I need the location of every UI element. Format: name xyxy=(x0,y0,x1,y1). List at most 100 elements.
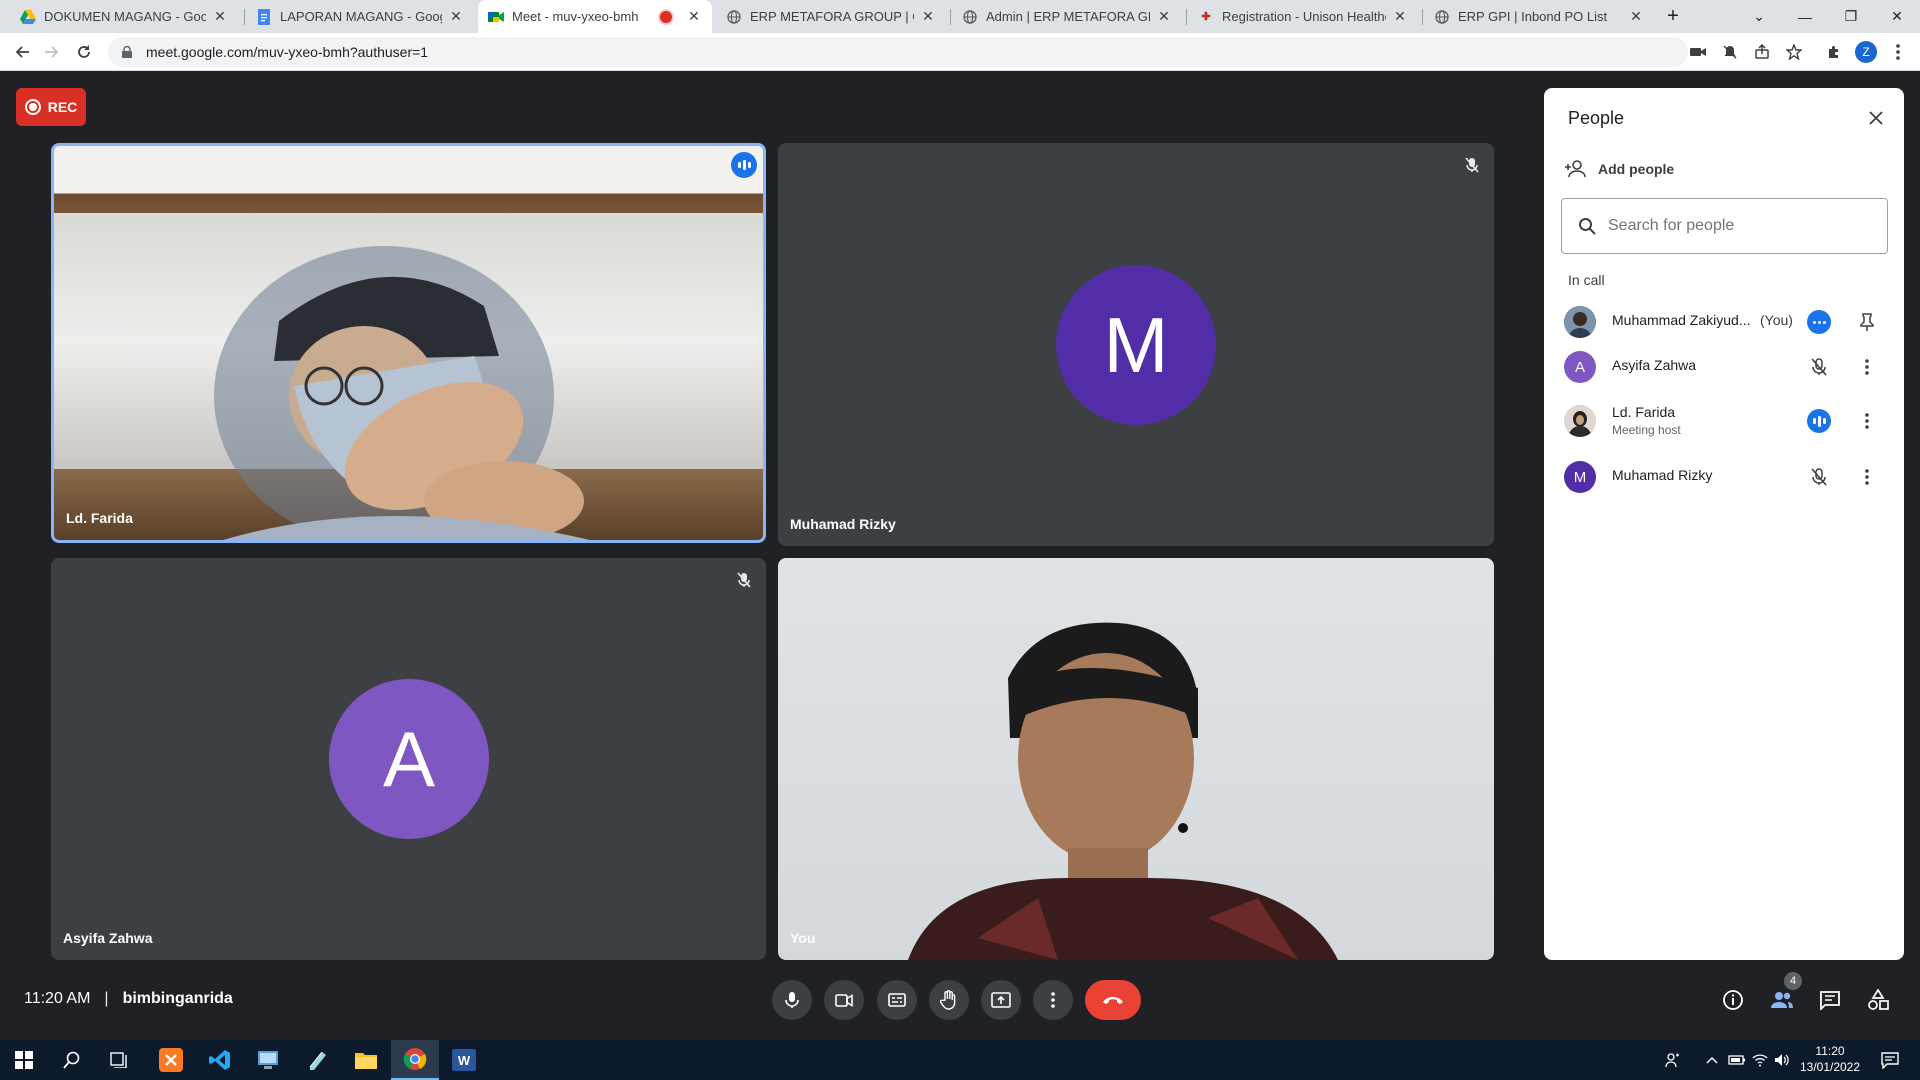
task-view-icon[interactable] xyxy=(96,1040,144,1080)
url-field[interactable]: meet.google.com/muv-yxeo-bmh?authuser=1 xyxy=(108,37,1688,67)
participant-name: Muhamad Rizky xyxy=(790,516,896,532)
more-options-button[interactable] xyxy=(1033,980,1073,1020)
camera-icon xyxy=(835,993,853,1007)
tab-admin-erp[interactable]: Admin | ERP METAFORA GROUP ✕ xyxy=(952,0,1182,33)
battery-icon[interactable] xyxy=(1728,1040,1746,1080)
participant-name: You xyxy=(790,930,816,946)
unison-icon: ✚ xyxy=(1201,11,1211,23)
reload-icon[interactable] xyxy=(70,38,98,66)
tab-dokumen-magang[interactable]: DOKUMEN MAGANG - Google D ✕ xyxy=(10,0,238,33)
word-icon[interactable]: W xyxy=(440,1040,488,1080)
speaking-indicator-icon xyxy=(731,152,757,178)
meeting-info-icon[interactable] xyxy=(1718,985,1748,1015)
bookmark-star-icon[interactable] xyxy=(1784,42,1804,62)
video-tile-you[interactable]: You xyxy=(778,558,1494,960)
close-panel-icon[interactable] xyxy=(1864,106,1888,130)
close-tab-icon[interactable]: ✕ xyxy=(1392,8,1408,25)
microphone-button[interactable] xyxy=(772,980,812,1020)
video-tile-asyifa-zahwa[interactable]: A Asyifa Zahwa xyxy=(51,558,766,960)
windows-start-icon[interactable] xyxy=(0,1040,48,1080)
file-explorer-icon[interactable] xyxy=(342,1040,390,1080)
close-window-icon[interactable]: ✕ xyxy=(1874,0,1920,33)
rec-label: REC xyxy=(47,99,78,115)
recording-badge[interactable]: REC xyxy=(16,88,86,126)
video-frame xyxy=(908,622,1338,960)
participant-name: Asyifa Zahwa xyxy=(1612,357,1697,373)
tab-laporan-magang[interactable]: LAPORAN MAGANG - Google Do ✕ xyxy=(246,0,474,33)
more-vert-icon[interactable] xyxy=(1854,464,1880,490)
volume-icon[interactable] xyxy=(1774,1040,1790,1080)
search-input[interactable] xyxy=(1608,217,1868,235)
panel-title: People xyxy=(1568,108,1625,128)
captions-icon xyxy=(888,993,906,1007)
more-vert-icon[interactable] xyxy=(1854,354,1880,380)
add-people-button[interactable]: Add people xyxy=(1564,160,1674,178)
close-tab-icon[interactable]: ✕ xyxy=(212,8,228,25)
close-tab-icon[interactable]: ✕ xyxy=(686,8,702,25)
taskbar-clock[interactable]: 11:20 13/01/2022 xyxy=(1790,1043,1870,1075)
camera-button[interactable] xyxy=(824,980,864,1020)
people-search[interactable] xyxy=(1561,198,1888,254)
activities-icon[interactable] xyxy=(1863,985,1893,1015)
minimize-icon[interactable]: — xyxy=(1782,0,1828,33)
vscode-icon[interactable] xyxy=(196,1040,244,1080)
more-options-icon[interactable] xyxy=(1806,309,1832,335)
participant-row[interactable]: Ld. Farida Meeting host xyxy=(1544,394,1904,448)
tab-title: LAPORAN MAGANG - Google Do xyxy=(280,9,442,24)
participant-name: Ld. Farida xyxy=(1612,404,1676,420)
tab-erp-gpi[interactable]: ERP GPI | Inbond PO List ✕ xyxy=(1424,0,1654,33)
xampp-icon[interactable] xyxy=(147,1040,195,1080)
captions-button[interactable] xyxy=(877,980,917,1020)
show-hidden-icons-chevron-icon[interactable] xyxy=(1706,1040,1718,1080)
participant-avatar: A xyxy=(1564,351,1596,383)
participant-row[interactable]: M Muhamad Rizky xyxy=(1544,450,1904,504)
leave-call-button[interactable] xyxy=(1085,980,1141,1020)
camera-in-use-icon[interactable] xyxy=(1688,42,1708,62)
profile-avatar[interactable]: Z xyxy=(1855,41,1877,63)
wifi-icon[interactable] xyxy=(1752,1040,1768,1080)
forward-arrow-icon[interactable] xyxy=(38,38,66,66)
notes-app-icon[interactable] xyxy=(293,1040,341,1080)
close-tab-icon[interactable]: ✕ xyxy=(1156,8,1172,25)
participant-name: Muhammad Zakiyud... xyxy=(1612,312,1751,328)
address-bar: meet.google.com/muv-yxeo-bmh?authuser=1 … xyxy=(0,33,1920,71)
add-person-icon xyxy=(1565,160,1586,178)
mic-off-icon xyxy=(1462,155,1482,175)
close-tab-icon[interactable]: ✕ xyxy=(1628,8,1644,25)
raise-hand-button[interactable] xyxy=(929,980,969,1020)
tab-meet[interactable]: Meet - muv-yxeo-bmh ✕ xyxy=(478,0,712,33)
more-vert-icon[interactable] xyxy=(1888,42,1908,62)
present-screen-button[interactable] xyxy=(981,980,1021,1020)
more-vert-icon[interactable] xyxy=(1854,408,1880,434)
participant-count-badge: 4 xyxy=(1784,972,1802,990)
globe-icon xyxy=(962,9,978,25)
people-tray-icon[interactable] xyxy=(1665,1040,1681,1080)
tab-registration-unison[interactable]: ✚ Registration - Unison Healthcare ✕ xyxy=(1188,0,1418,33)
participant-row[interactable]: A Asyifa Zahwa xyxy=(1544,340,1904,394)
close-tab-icon[interactable]: ✕ xyxy=(920,8,936,25)
tab-title: Meet - muv-yxeo-bmh xyxy=(512,9,639,24)
speaking-indicator-icon xyxy=(1806,408,1832,434)
chat-icon[interactable] xyxy=(1815,985,1845,1015)
back-arrow-icon[interactable] xyxy=(8,38,36,66)
notifications-blocked-icon[interactable] xyxy=(1720,42,1740,62)
new-tab-button[interactable]: + xyxy=(1650,0,1696,33)
restore-icon[interactable]: ❐ xyxy=(1828,0,1874,33)
clock-time: 11:20 xyxy=(1815,1044,1845,1058)
google-drive-icon xyxy=(20,9,36,25)
mic-off-icon xyxy=(734,570,754,590)
tab-search-chevron-icon[interactable]: ⌄ xyxy=(1736,0,1782,33)
tab-erp-op[interactable]: ERP METAFORA GROUP | Op Da ✕ xyxy=(716,0,946,33)
windows-taskbar: W 11:20 13/01/2022 xyxy=(0,1040,1920,1080)
search-icon[interactable] xyxy=(48,1040,96,1080)
search-icon xyxy=(1579,218,1596,235)
video-tile-ld-farida[interactable]: Ld. Farida xyxy=(51,143,766,543)
share-icon[interactable] xyxy=(1752,42,1772,62)
chrome-icon[interactable] xyxy=(391,1040,439,1080)
remote-desktop-icon[interactable] xyxy=(244,1040,292,1080)
close-tab-icon[interactable]: ✕ xyxy=(448,8,464,25)
extensions-puzzle-icon[interactable] xyxy=(1824,42,1844,62)
pin-icon[interactable] xyxy=(1854,309,1880,335)
notifications-icon[interactable] xyxy=(1880,1040,1900,1080)
video-tile-muhamad-rizky[interactable]: M Muhamad Rizky xyxy=(778,143,1494,546)
